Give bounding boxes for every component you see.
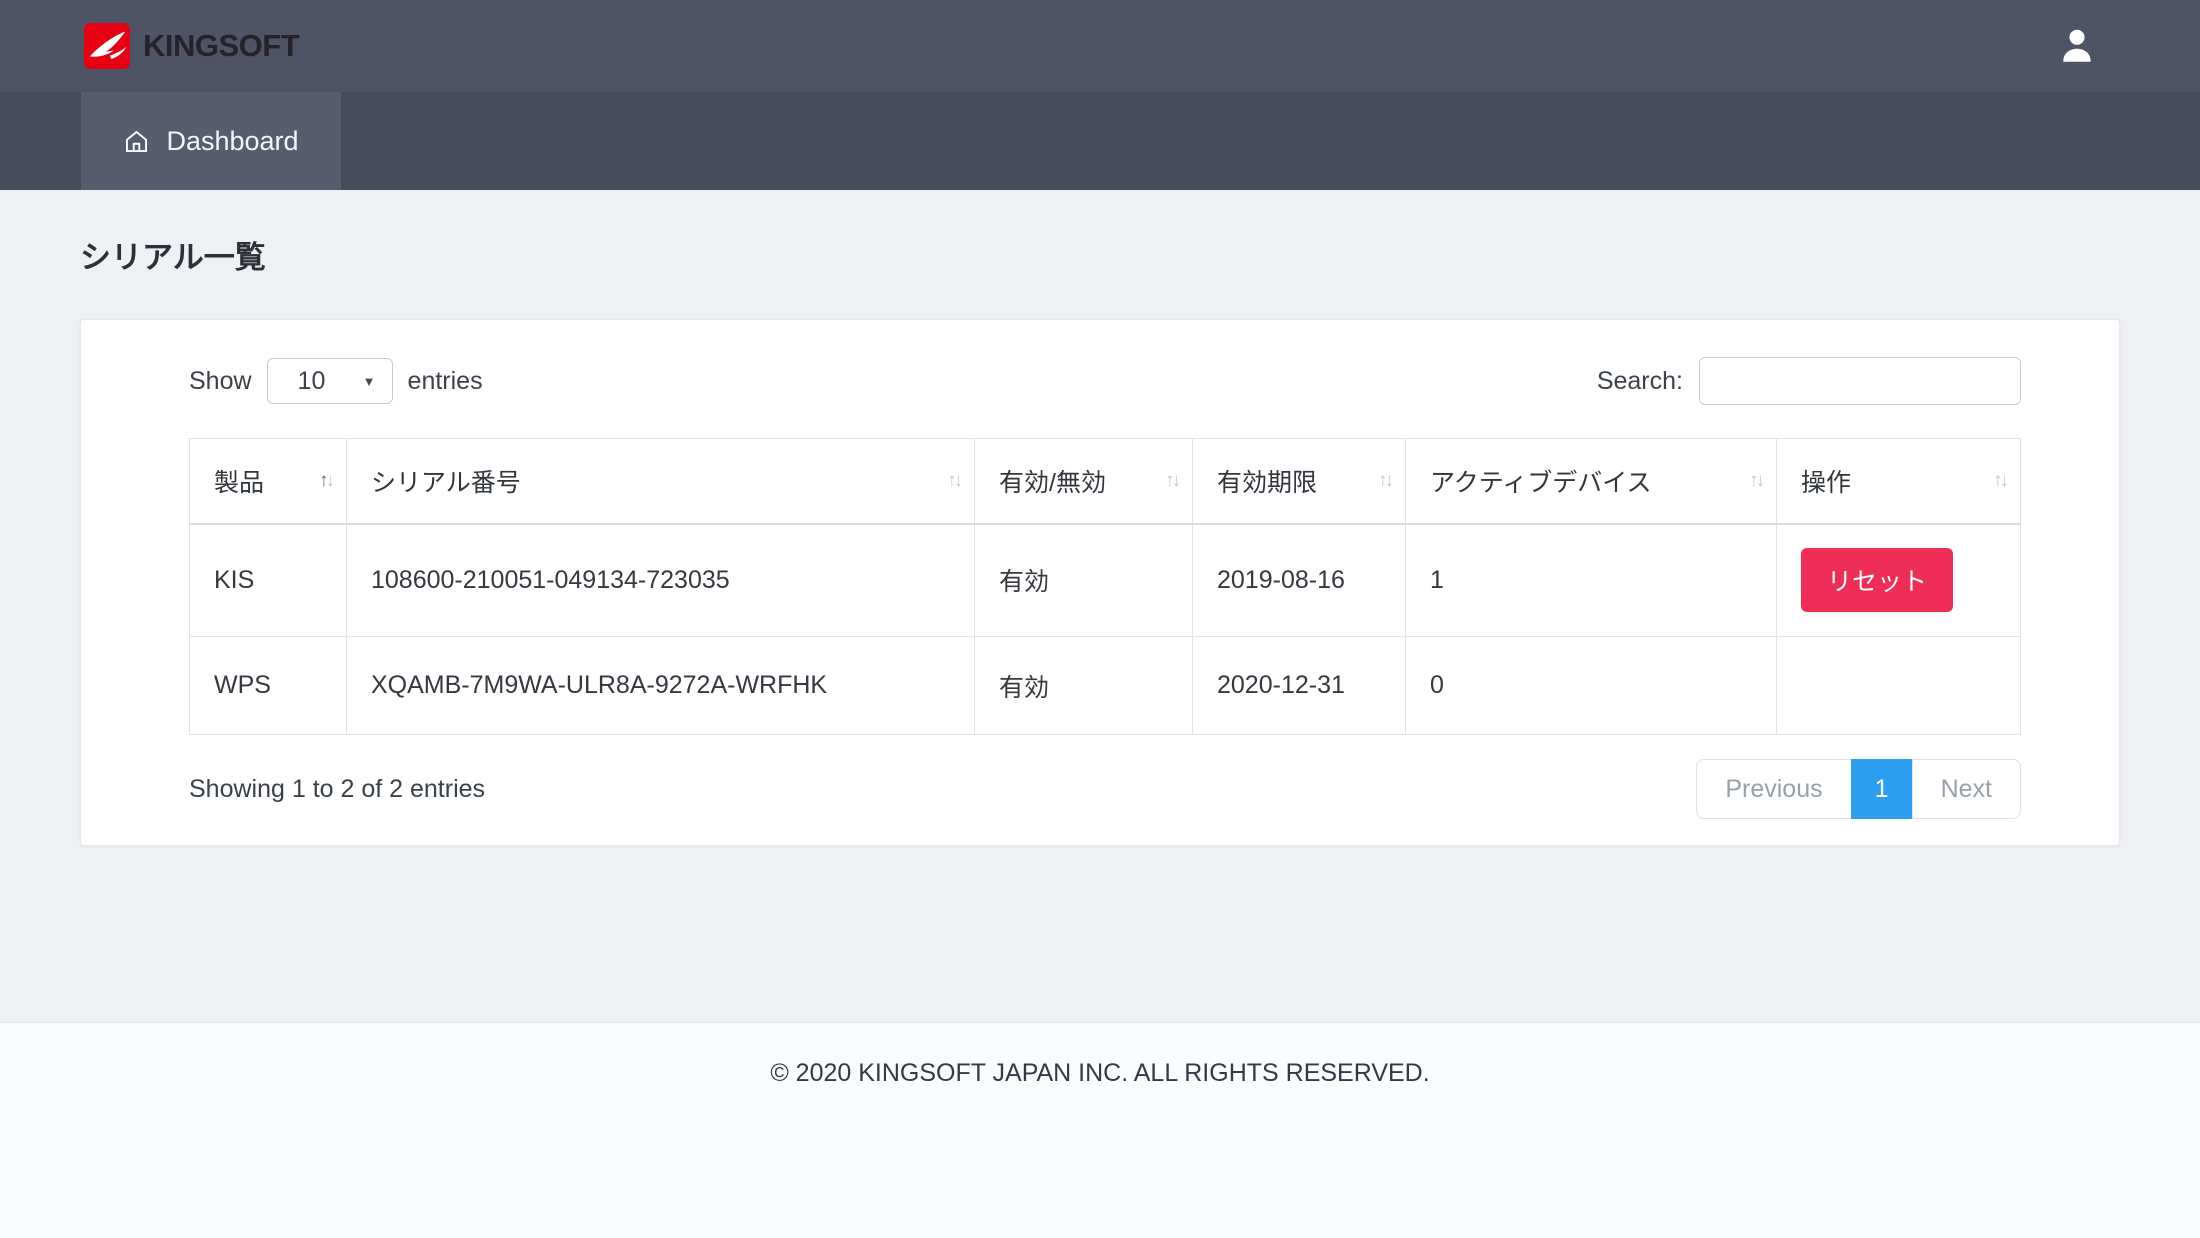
page-length-control: Show 10 ▼ entries bbox=[189, 358, 483, 404]
search-control: Search: bbox=[1597, 357, 2021, 405]
page-length-value: 10 bbox=[297, 366, 326, 395]
reset-button[interactable]: リセット bbox=[1801, 548, 1954, 613]
sort-desc-icon: ↓ bbox=[1384, 469, 1394, 491]
serial-cell: XQAMB-7M9WA-ULR8A-9272A-WRFHK bbox=[346, 636, 975, 735]
sort-icons: ↑↓ bbox=[319, 469, 335, 492]
sort-desc-icon: ↓ bbox=[325, 469, 335, 491]
page-length-select[interactable]: 10 ▼ bbox=[266, 358, 393, 404]
brand-name: KINGSOFT bbox=[143, 28, 300, 63]
column-header-label: 有効期限 bbox=[1217, 468, 1318, 497]
top-header: KINGSOFT bbox=[0, 0, 2200, 92]
serial-list-card: Show 10 ▼ entries Search: 製品 ↑↓ シリアル番号 ↑… bbox=[80, 319, 2120, 846]
sort-desc-icon: ↓ bbox=[1171, 469, 1181, 491]
user-menu-button[interactable] bbox=[2056, 25, 2098, 67]
status-cell: 有効 bbox=[974, 636, 1193, 735]
devices-cell: 1 bbox=[1405, 523, 1777, 637]
status-cell: 有効 bbox=[974, 523, 1193, 637]
page-title: シリアル一覧 bbox=[80, 240, 266, 275]
nav-bar: Dashboard bbox=[0, 92, 2200, 190]
column-header-label: アクティブデバイス bbox=[1430, 468, 1652, 497]
table-info: Showing 1 to 2 of 2 entries bbox=[189, 774, 486, 803]
devices-cell: 0 bbox=[1405, 636, 1777, 735]
page-1-button[interactable]: 1 bbox=[1850, 759, 1913, 819]
pagination: Previous 1 Next bbox=[1696, 759, 2021, 819]
main-content: シリアル一覧 Show 10 ▼ entries Search: 製品 ↑↓ シ… bbox=[0, 190, 2200, 846]
sort-icons: ↑↓ bbox=[1749, 469, 1765, 492]
column-header-actions[interactable]: 操作 ↑↓ bbox=[1776, 438, 2021, 525]
sort-desc-icon: ↓ bbox=[1999, 469, 2009, 491]
sort-icons: ↑↓ bbox=[1165, 469, 1181, 492]
previous-page-button[interactable]: Previous bbox=[1696, 759, 1852, 819]
show-label: Show bbox=[189, 366, 252, 395]
home-icon bbox=[126, 130, 148, 152]
expiry-cell: 2020-12-31 bbox=[1192, 636, 1406, 735]
nav-tab-dashboard[interactable]: Dashboard bbox=[81, 92, 341, 190]
expiry-cell: 2019-08-16 bbox=[1192, 523, 1406, 637]
next-page-button[interactable]: Next bbox=[1911, 759, 2021, 819]
product-cell: KIS bbox=[189, 523, 347, 637]
sort-icons: ↑↓ bbox=[947, 469, 963, 492]
column-header-label: 有効/無効 bbox=[999, 468, 1106, 497]
app-root: KINGSOFT Dashboard シリアル一覧 Show 10 ▼ entr… bbox=[0, 0, 2200, 1238]
copyright-text: © 2020 KINGSOFT JAPAN INC. ALL RIGHTS RE… bbox=[770, 1059, 1430, 1087]
sort-desc-icon: ↓ bbox=[953, 469, 963, 491]
table-row: WPS XQAMB-7M9WA-ULR8A-9272A-WRFHK 有効 202… bbox=[189, 636, 2021, 735]
column-header-label: 操作 bbox=[1801, 468, 1852, 497]
action-cell: リセット bbox=[1776, 523, 2021, 637]
column-header-product[interactable]: 製品 ↑↓ bbox=[189, 438, 347, 525]
page-footer: © 2020 KINGSOFT JAPAN INC. ALL RIGHTS RE… bbox=[0, 1022, 2200, 1238]
search-label: Search: bbox=[1596, 366, 1683, 395]
column-header-label: シリアル番号 bbox=[371, 468, 521, 497]
serial-cell: 108600-210051-049134-723035 bbox=[346, 523, 975, 637]
column-header-status[interactable]: 有効/無効 ↑↓ bbox=[974, 438, 1193, 525]
sort-desc-icon: ↓ bbox=[1755, 469, 1765, 491]
column-header-expiry[interactable]: 有効期限 ↑↓ bbox=[1192, 438, 1406, 525]
kingsoft-logo-icon bbox=[84, 23, 130, 69]
table-header-row: 製品 ↑↓ シリアル番号 ↑↓ 有効/無効 ↑↓ 有効期限 ↑↓ アクティブデバ… bbox=[189, 438, 2021, 525]
user-icon bbox=[2063, 29, 2091, 62]
column-header-serial[interactable]: シリアル番号 ↑↓ bbox=[346, 438, 975, 525]
table-controls: Show 10 ▼ entries Search: bbox=[189, 350, 2021, 412]
column-header-label: 製品 bbox=[214, 468, 265, 497]
entries-label: entries bbox=[407, 366, 483, 395]
caret-down-icon: ▼ bbox=[362, 373, 376, 389]
action-cell-empty bbox=[1776, 636, 2021, 735]
serial-table: 製品 ↑↓ シリアル番号 ↑↓ 有効/無効 ↑↓ 有効期限 ↑↓ アクティブデバ… bbox=[189, 438, 2021, 735]
sort-icons: ↑↓ bbox=[1993, 469, 2009, 492]
nav-tab-label: Dashboard bbox=[166, 125, 299, 156]
table-row: KIS 108600-210051-049134-723035 有効 2019-… bbox=[189, 523, 2021, 637]
search-input[interactable] bbox=[1699, 357, 2021, 405]
product-cell: WPS bbox=[189, 636, 347, 735]
table-footer: Showing 1 to 2 of 2 entries Previous 1 N… bbox=[189, 759, 2021, 819]
brand[interactable]: KINGSOFT bbox=[84, 23, 300, 69]
sort-icons: ↑↓ bbox=[1378, 469, 1394, 492]
column-header-devices[interactable]: アクティブデバイス ↑↓ bbox=[1405, 438, 1777, 525]
